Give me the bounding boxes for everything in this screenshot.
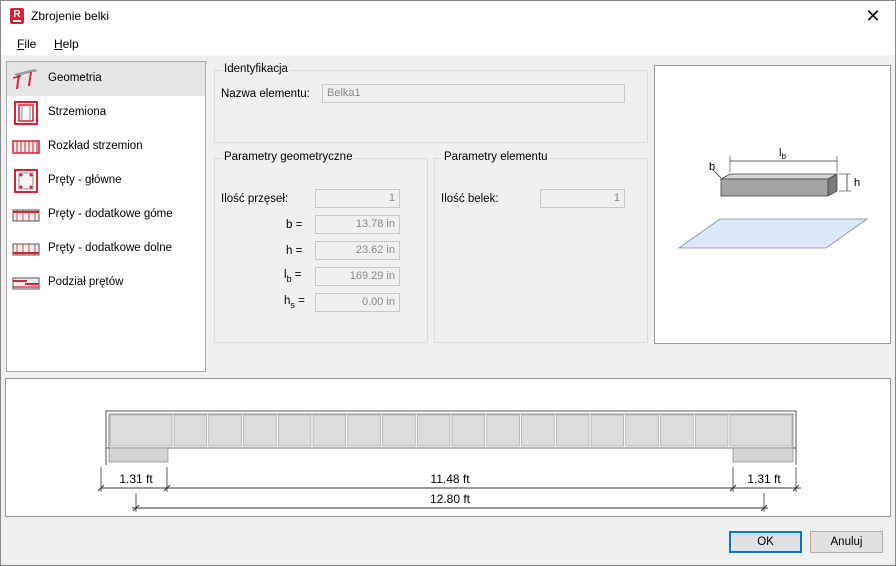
menu-help[interactable]: Help	[54, 37, 79, 51]
h-field[interactable]: 23.62 in	[315, 241, 400, 260]
beam-geometry-icon	[12, 69, 38, 90]
geometry-group-title: Parametry geometryczne	[222, 151, 355, 163]
element-name-field[interactable]: Belka1	[322, 84, 625, 103]
close-icon: ✕	[865, 6, 881, 26]
lb-field[interactable]: 169.29 in	[315, 267, 400, 286]
nav-item-podzial-pretow[interactable]: Podział prętów	[7, 266, 205, 300]
spans-label: Ilość przęseł:	[221, 193, 289, 205]
element-params-group-title: Parametry elementu	[442, 151, 550, 163]
section-nav: Geometria Strzemiona Rozkład strzemion P…	[6, 61, 206, 372]
beam-segment	[277, 414, 312, 447]
element-params-group: Parametry elementu	[434, 151, 648, 343]
clear-span-dimension: 11.48 ft	[430, 472, 470, 486]
main-bars-icon	[14, 169, 38, 193]
preview-h-text: h	[854, 177, 860, 189]
b-field[interactable]: 13.78 in	[315, 215, 400, 234]
left-support-dimension: 1.31 ft	[119, 472, 153, 486]
beam-segment	[625, 414, 659, 447]
beam-elevation-panel: 1.31 ft 11.48 ft 1.31 ft 12.80 ft	[5, 378, 891, 517]
total-length-dimension: 12.80 ft	[430, 492, 471, 506]
preview-b-text: b	[709, 161, 715, 173]
nav-item-rozklad-strzemion[interactable]: Rozkład strzemion	[7, 130, 205, 164]
hs-field[interactable]: 0.00 in	[315, 293, 400, 312]
beam-count-label: Ilość belek:	[441, 193, 499, 205]
menu-bar: File Help	[1, 31, 895, 55]
b-label: b =	[286, 219, 303, 231]
beam-preview-panel: lb b h	[654, 65, 891, 344]
beam-segment	[486, 414, 520, 447]
beam-elevation-drawing: 1.31 ft 11.48 ft 1.31 ft 12.80 ft	[97, 410, 801, 512]
dialog-window: R Zbrojenie belki ✕ File Help Geometria	[0, 0, 896, 566]
beam-segment	[109, 414, 173, 447]
beam-segment	[347, 414, 381, 447]
beam-segment	[243, 414, 277, 447]
beam-segment	[660, 414, 694, 447]
beam-segment	[590, 414, 625, 447]
beam-top-face	[719, 173, 839, 180]
element-name-label: Nazwa elementu:	[221, 88, 310, 100]
beam-segment	[173, 414, 208, 447]
nav-item-prety-dodatkowe-dolne[interactable]: Pręty - dodatkowe dolne	[7, 232, 205, 266]
cancel-button[interactable]: Anuluj	[810, 531, 883, 553]
beam-segment	[521, 414, 555, 447]
spans-field[interactable]: 1	[315, 189, 400, 208]
preview-lb-text: lb	[779, 147, 786, 161]
identification-group-title: Identyfikacja	[222, 63, 290, 75]
hs-label: hs =	[284, 295, 305, 310]
slab-shape	[677, 218, 869, 249]
beam-segment	[451, 414, 486, 447]
menu-file[interactable]: File	[17, 37, 36, 51]
beam-count-field[interactable]: 1	[540, 189, 625, 208]
h-label: h =	[286, 245, 303, 257]
beam-segment	[208, 414, 242, 447]
window-title: Zbrojenie belki	[31, 9, 110, 23]
beam-segment	[555, 414, 590, 447]
revit-app-icon: R	[10, 8, 24, 24]
nav-item-prety-dodatkowe-gorne[interactable]: Pręty - dodatkowe góme	[7, 198, 205, 232]
nav-item-geometria[interactable]: Geometria	[7, 62, 205, 96]
title-bar: R Zbrojenie belki ✕	[1, 1, 895, 31]
nav-item-prety-glowne[interactable]: Pręty - główne	[7, 164, 205, 198]
beam-segment	[694, 414, 729, 447]
beam-segment	[416, 414, 451, 447]
beam-segment	[382, 414, 416, 447]
beam-3d-preview: lb b h	[677, 147, 869, 249]
nav-item-strzemiona[interactable]: Strzemiona	[7, 96, 205, 130]
left-support	[108, 447, 169, 463]
right-support	[732, 447, 794, 463]
bottom-bars-icon	[12, 243, 40, 256]
top-bars-icon	[12, 209, 40, 222]
close-button[interactable]: ✕	[851, 1, 895, 31]
ok-button[interactable]: OK	[729, 531, 802, 553]
beam-front-face	[720, 178, 829, 197]
stirrup-distribution-icon	[12, 140, 40, 154]
lb-label: lb =	[284, 269, 302, 284]
bar-split-icon	[12, 277, 40, 290]
beam-segment	[312, 414, 347, 447]
right-support-dimension: 1.31 ft	[747, 472, 781, 486]
beam-segment	[729, 414, 793, 447]
stirrup-icon	[14, 101, 38, 125]
identification-group: Identyfikacja	[214, 63, 648, 143]
